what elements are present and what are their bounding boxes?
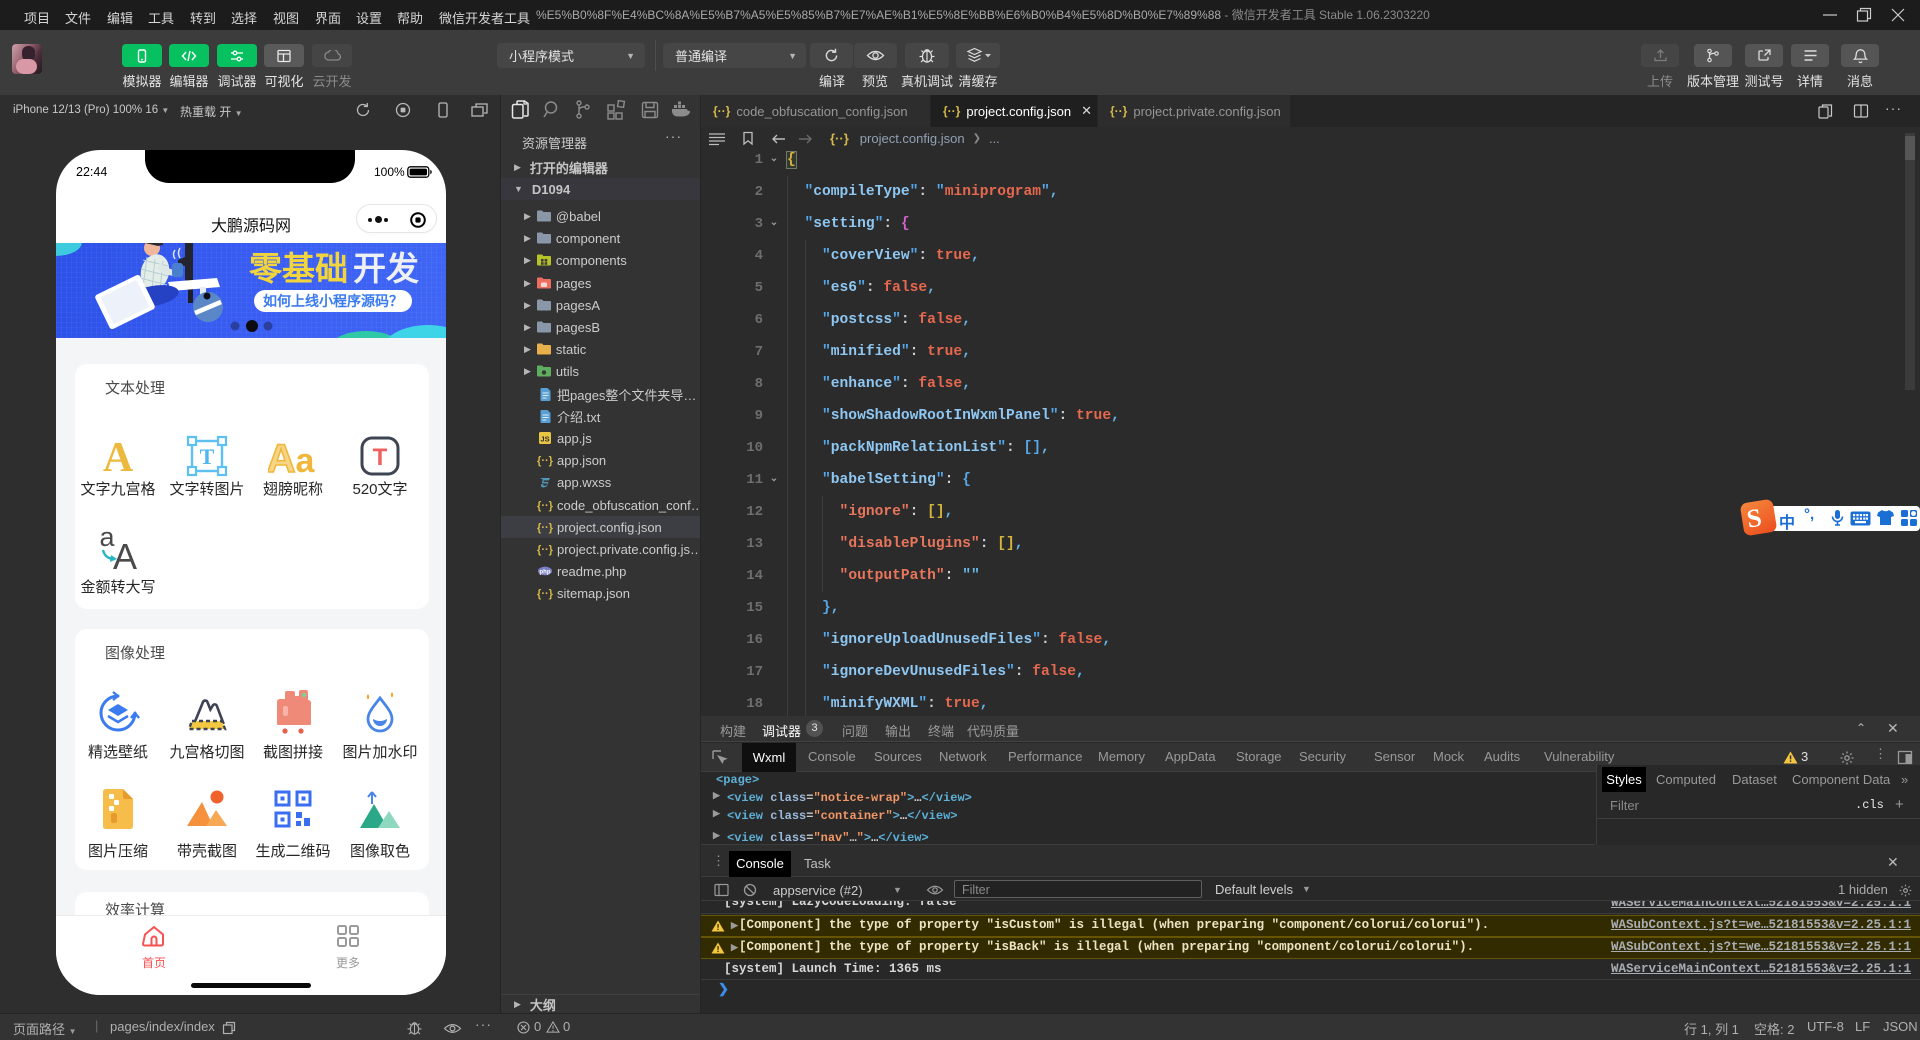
- svg-text:{··}: {··}: [537, 522, 553, 534]
- svg-text:{··}: {··}: [537, 455, 553, 467]
- svg-text:开发: 开发: [353, 250, 419, 287]
- svg-text:A: A: [103, 435, 134, 479]
- svg-text:{··}: {··}: [537, 500, 553, 512]
- svg-text:php: php: [539, 568, 550, 575]
- svg-text:JS: JS: [540, 435, 549, 444]
- svg-text:T: T: [200, 444, 215, 469]
- svg-text:零基础: 零基础: [249, 250, 348, 287]
- svg-text:{··}: {··}: [537, 544, 553, 556]
- svg-text:如何上线小程序源码？: 如何上线小程序源码？: [263, 293, 403, 309]
- svg-text:A: A: [268, 437, 295, 478]
- svg-text:T: T: [373, 444, 388, 471]
- svg-text:a: a: [296, 442, 316, 478]
- svg-text:A: A: [113, 536, 137, 570]
- svg-text:{··}: {··}: [537, 588, 553, 600]
